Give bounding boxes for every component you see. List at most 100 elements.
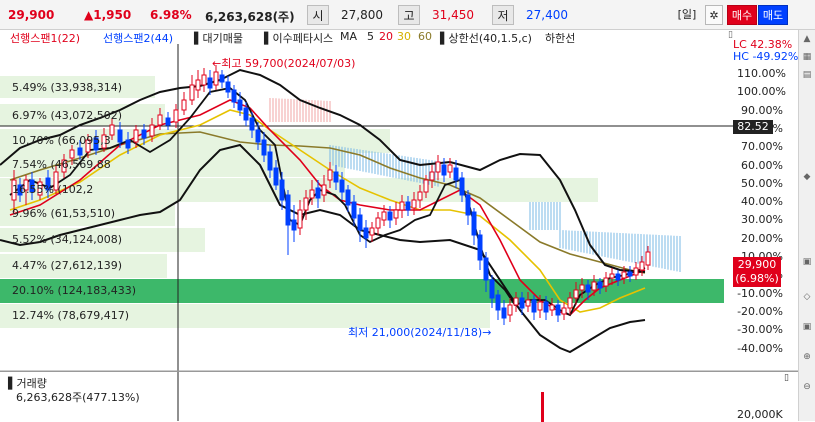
candle-body [627,271,633,277]
scroll-tool-icon-4[interactable]: ▣ [800,255,814,269]
candle-body [255,129,261,143]
low-annotation: 최저 21,000(2024/11/18)→ [348,326,492,339]
legend-item[interactable]: 30 [397,30,411,43]
indicator-legend: 선행스팬1(22) 선행스팬2(44) ▌대기매물 ▌이수페타시스 MA 5 20 30 60 ▌… [0,30,815,63]
candle-body [489,279,495,299]
candle-body [207,77,213,89]
candle-body [297,209,303,229]
candle-body [531,299,537,313]
high-annotation: ←최고 59,700(2024/07/03) [212,57,356,70]
legend-item[interactable]: ▌상한선(40,1.5,c) [440,30,532,46]
candle-body [555,304,561,316]
y-axis-tick: -10.00% [737,286,783,300]
settings-icon[interactable]: ✲ [705,5,723,25]
candle-body [237,99,243,111]
candle-body [333,171,339,183]
volume-profile-label: 12.74% (78,679,417) [12,309,130,322]
candle-body [507,304,513,316]
period-selector[interactable]: [일] [672,5,702,25]
candle-body [615,273,621,281]
volume-value: 6,263,628주(477.13%) [16,391,140,404]
candle-body [525,299,531,307]
scroll-tool-icon-7[interactable]: ⊕ [800,350,814,364]
candle-body [453,167,459,181]
volume-profile-label: 20.10% (124,183,433) [12,284,137,297]
buy-button[interactable]: 매수 [727,5,757,25]
legend-item[interactable]: 선행스팬1(22) [10,30,80,46]
open-label: 시 [307,5,329,25]
legend-item[interactable]: 선행스팬2(44) [103,30,173,46]
legend-item[interactable]: 60 [418,30,432,43]
candle-body [351,201,357,219]
candle-body [483,257,489,281]
scroll-tool-icon-6[interactable]: ▣ [800,320,814,334]
candle-body [495,294,501,311]
candle-body [321,184,327,196]
volume-profile-label: 10.70% (66,095,3 [12,134,111,147]
crosshair-value-tag: 82.52 [733,120,773,134]
candle-body [173,109,179,123]
candle-body [471,211,477,236]
price-change: ▲1,950 [84,8,132,22]
candle-body [261,139,267,156]
volume-profile-label: 5.49% (33,938,314) [12,81,123,94]
scroll-tool-icon-2[interactable]: ▤ [800,68,814,82]
low-value: 27,400 [526,8,568,22]
scroll-tool-icon-3[interactable]: ◆ [800,170,814,184]
candle-body [585,284,591,293]
candle-body [327,169,333,181]
scroll-tool-icon-5[interactable]: ◇ [800,290,814,304]
right-scrollbar[interactable]: ▲ ▦ ▤ ◆ ▣ ◇ ▣ ⊕ ⊖ [798,30,815,421]
candle-body [447,164,453,173]
candle-body [645,251,651,266]
candle-body [639,261,645,271]
candle-body [561,307,567,315]
legend-item[interactable]: ▌이수페타시스 [264,30,333,46]
legend-item[interactable]: 하한선 [545,30,575,46]
y-axis-tick: -30.00% [737,323,783,337]
candle-body [597,281,603,289]
scroll-tool-icon-8[interactable]: ⊖ [800,380,814,394]
legend-item[interactable]: 20 [379,30,393,43]
legend-item[interactable]: 5 [367,30,374,43]
y-axis-tick: 30.00% [741,213,783,227]
volume-pane: ▌거래량 6,263,628주(477.13%) 20,000K ▯ [0,371,798,422]
scroll-tool-icon-1[interactable]: ▦ [800,50,814,64]
candle-body [77,147,83,156]
candle-body [249,117,255,131]
high-value: 31,450 [432,8,474,22]
hc-label: HC -49.92% [733,50,799,63]
candle-body [133,129,139,143]
volume-corner-icon: ▯ [784,373,789,383]
volume-axis-label: 20,000K [737,408,783,421]
candle-body [411,199,417,209]
candle-body [195,79,201,91]
legend-item[interactable]: MA [340,30,357,43]
legend-item[interactable]: ▌대기매물 [194,30,243,46]
candle-body [579,284,585,291]
sell-button[interactable]: 매도 [758,5,788,25]
high-label: 고 [398,5,420,25]
candle-body [189,84,195,101]
scroll-up-icon[interactable]: ▲ [800,32,814,46]
candle-body [621,271,627,279]
y-axis-tick: 20.00% [741,231,783,245]
candle-body [303,197,309,211]
candle-body [273,167,279,186]
candle-body [543,301,549,313]
candle-body [339,179,345,193]
high-annotation-text: 최고 59,700(2024/07/03) [221,57,356,70]
candle-body [141,129,147,139]
candle-body [435,161,441,173]
candle-body [149,124,155,137]
current-price-tag-pct: (6.98%) [735,272,779,285]
candle-body [381,211,387,221]
candle-body [387,211,393,221]
candle-body [69,149,75,159]
candle-body [603,277,609,287]
candle-body [363,227,369,239]
y-axis-tick: 40.00% [741,195,783,209]
candle-body [441,164,447,176]
candle-body [225,81,231,93]
candle-body [267,151,273,171]
